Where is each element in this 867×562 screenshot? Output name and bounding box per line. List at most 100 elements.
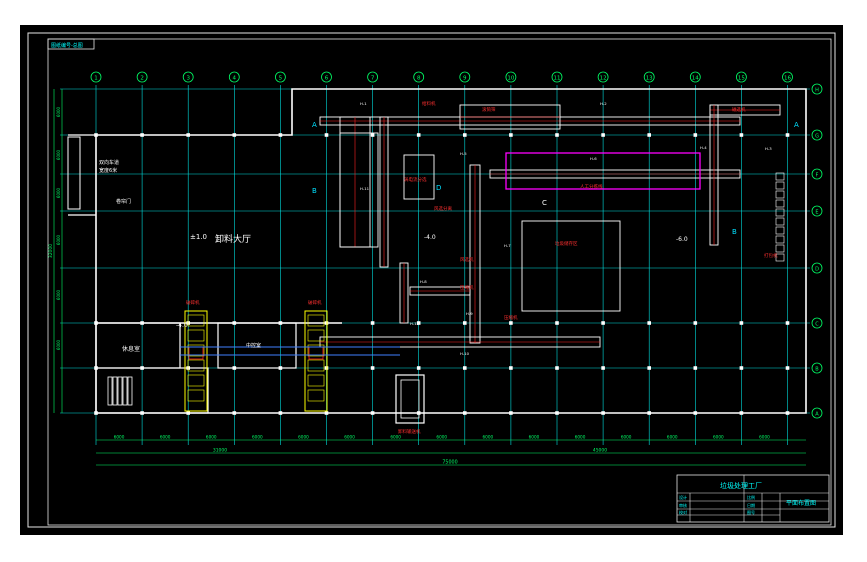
bale-segment [775,244,785,253]
dim-spacing: 6000 [621,435,632,440]
column-post [509,366,513,370]
column-post [739,366,744,370]
grid-col-label: 10 [507,76,514,82]
stall [117,376,123,406]
bale-segment [775,235,785,244]
cad-drawing-canvas: 图纸编号-总图 1 2 3 4 5 6 7 8 9 10 11 12 13 14 15 16 H G F E D C B A … [20,25,843,535]
grid-col-label: 8 [417,76,421,82]
grid-row-label: G [815,134,819,140]
column-post [739,133,744,137]
compressor-1-cell [187,359,205,372]
column-post [509,133,513,137]
title-project: 垃圾处理工厂 [720,481,762,490]
roller-door-label: 卷帘门 [116,198,131,205]
dim-subtotal-right: 45000 [593,448,607,454]
column-post [647,321,651,325]
section-a2: A [794,121,799,129]
dim-spacing: 6000 [114,435,125,440]
bale-segment [775,217,785,226]
bale-segment [775,226,785,235]
compressor-2-cell [307,359,325,372]
stall [107,376,113,406]
compressor-2-cell [307,374,325,387]
storage-area [521,220,621,312]
bale-segment [775,190,785,199]
column-post [324,133,329,137]
column-post [693,321,698,325]
column-post [140,133,144,137]
column-post [785,321,790,325]
column-post [739,411,744,415]
grid-col-label: 13 [646,76,653,82]
column-post [693,411,698,415]
feeder-block [339,132,379,248]
dim-left: 6000 [56,106,61,117]
dim-left: 6000 [56,149,61,160]
bale-segment [775,208,785,217]
air-sep-label: 风选分离 [434,205,452,212]
manual-sort-label: 人工分拣线 [580,183,603,190]
title-row-scale: 比例 [747,494,755,500]
title-row-check: 校对 [679,509,687,515]
grid-col-label: 15 [738,76,745,82]
column-post [555,133,559,137]
press-1-label: 压缩机 [504,314,518,321]
belt-tag: H-12 [410,321,420,326]
magnet-label: 磁选机 [732,106,746,113]
column-post [324,411,329,415]
dump-pit [395,374,425,424]
grid-row-label: C [815,322,819,328]
grid-row-label: B [815,367,819,373]
outer-wall [95,88,807,414]
office-label: 休息室 [122,345,140,353]
column-post [416,133,421,137]
dim-left: 6000 [56,289,61,300]
dim-spacing: 6000 [252,435,263,440]
door-note-2: 宽度6米 [99,167,117,174]
hall-label: 卸料大厅 [215,233,251,245]
column-post [278,321,283,325]
grid-col-label: 11 [554,76,561,82]
grid-col-label: 7 [371,76,375,82]
column-post [186,133,190,137]
column-post [555,321,559,325]
section-b2: B [732,228,737,236]
column-post [647,133,651,137]
column-post [463,366,467,370]
stall [127,376,133,406]
dim-total: 75000 [442,460,457,466]
dump-label: 卸料输送机 [398,428,421,435]
title-block: 垃圾处理工厂 平面布置图 设计 审核 校对 比例 日期 图号 [676,474,830,523]
eddy-label: 涡电流分选 [404,176,427,183]
dim-spacing: 6000 [713,435,724,440]
column-post [370,133,375,137]
column-post [416,366,421,370]
dim-left-total: 32000 [48,244,54,258]
bale-label: 打包机 [764,252,778,259]
column-post [601,321,605,325]
column-post [94,133,98,137]
control-label: 中控室 [246,342,261,349]
column-post [94,321,98,325]
column-post [463,321,467,325]
storage-label: 垃圾储存区 [555,240,578,247]
column-post [370,321,375,325]
column-post [785,133,790,137]
belt-tag: H-4 [700,145,707,150]
grid-lines: 1 2 3 4 5 6 7 8 9 10 11 12 13 14 15 16HGFEDCBA [60,71,823,445]
column-post [232,366,237,370]
compressor-1-cell [187,314,205,327]
grid-row-label: E [815,210,818,216]
dim-spacing: 6000 [390,435,401,440]
column-post [94,366,98,370]
compressor-2-cell [307,389,325,402]
column-post [647,366,651,370]
belt-tag: H-11 [360,186,370,191]
compressor-1-cell [187,389,205,402]
compressor-2-cell [307,314,325,327]
title-row-design: 设计 [679,494,687,500]
belt-tag: H-6 [590,156,597,161]
dim-spacing: 6000 [483,435,494,440]
column-post [509,321,513,325]
grid-col-label: 3 [186,76,190,82]
